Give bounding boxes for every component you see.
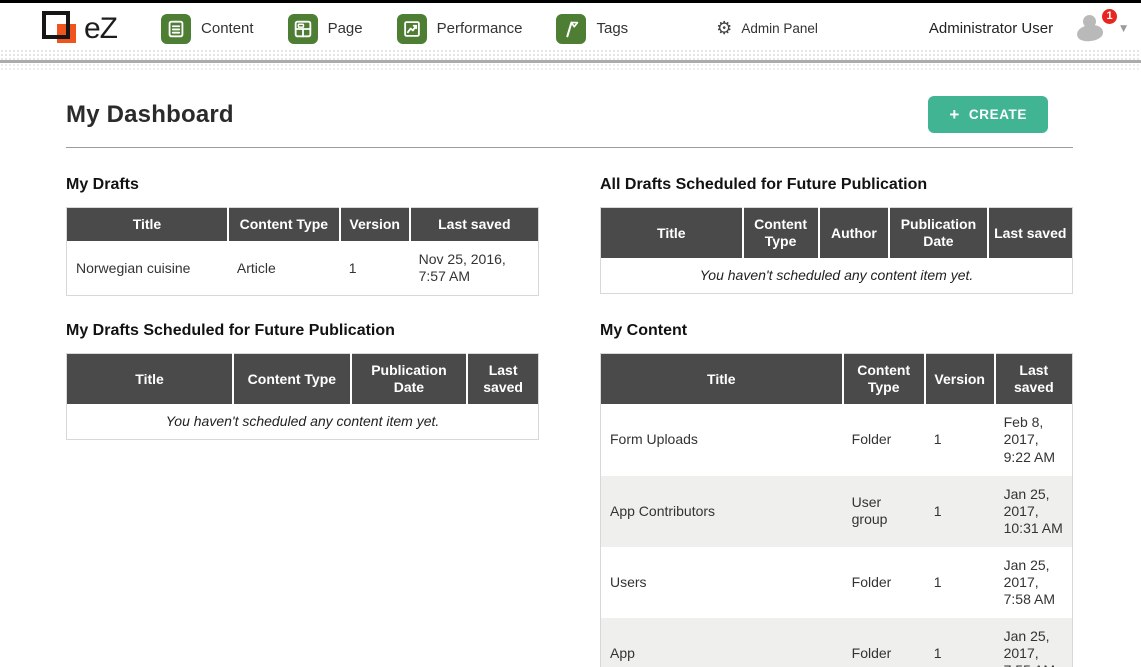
section-heading: All Drafts Scheduled for Future Publicat… bbox=[600, 176, 1073, 194]
column-header: Version bbox=[340, 208, 410, 242]
column-header: Last saved bbox=[995, 354, 1073, 405]
section-all-drafts-scheduled: All Drafts Scheduled for Future Publicat… bbox=[600, 176, 1073, 294]
table-cell: User group bbox=[843, 476, 925, 547]
nav-label: Performance bbox=[437, 20, 523, 37]
table-cell: Article bbox=[228, 241, 340, 296]
title-divider bbox=[66, 147, 1073, 148]
user-name: Administrator User bbox=[929, 20, 1053, 37]
table-cell: Feb 8, 2017, 9:22 AM bbox=[995, 404, 1073, 475]
ez-logo[interactable]: eZ bbox=[40, 9, 117, 49]
section-my-drafts-scheduled: My Drafts Scheduled for Future Publicati… bbox=[66, 322, 539, 440]
nav-label: Page bbox=[328, 20, 363, 37]
column-header: Title bbox=[67, 208, 228, 242]
empty-message: You haven't scheduled any content item y… bbox=[601, 258, 1073, 294]
column-header: Last saved bbox=[988, 208, 1073, 259]
column-header: Title bbox=[601, 208, 743, 259]
table-cell: 1 bbox=[925, 404, 995, 475]
all-drafts-scheduled-table: TitleContent TypeAuthorPublication DateL… bbox=[600, 207, 1073, 294]
ez-logo-mark-icon bbox=[40, 9, 82, 49]
admin-panel-label: Admin Panel bbox=[741, 21, 818, 36]
my-drafts-scheduled-table: TitleContent TypePublication DateLast sa… bbox=[66, 353, 539, 440]
create-button-label: CREATE bbox=[969, 107, 1027, 122]
empty-row: You haven't scheduled any content item y… bbox=[601, 258, 1073, 294]
user-menu[interactable]: Administrator User 1 ▼ bbox=[929, 15, 1127, 43]
section-my-drafts: My Drafts TitleContent TypeVersionLast s… bbox=[66, 176, 539, 296]
avatar-icon: 1 bbox=[1075, 15, 1111, 43]
table-row[interactable]: UsersFolder1Jan 25, 2017, 7:58 AM bbox=[601, 547, 1073, 618]
column-header: Publication Date bbox=[889, 208, 987, 259]
section-heading: My Drafts Scheduled for Future Publicati… bbox=[66, 322, 539, 340]
tags-icon bbox=[556, 14, 586, 44]
table-cell: Users bbox=[601, 547, 843, 618]
table-cell: Jan 25, 2017, 7:58 AM bbox=[995, 547, 1073, 618]
admin-panel-button[interactable]: ⚙ Admin Panel bbox=[716, 20, 818, 38]
column-header: Title bbox=[67, 354, 234, 405]
nav-item-content[interactable]: Content bbox=[161, 14, 254, 44]
page-header: My Dashboard + CREATE bbox=[66, 96, 1073, 133]
column-header: Content Type bbox=[228, 208, 340, 242]
nav-item-tags[interactable]: Tags bbox=[556, 14, 628, 44]
table-cell: Folder bbox=[843, 618, 925, 667]
nav-item-performance[interactable]: Performance bbox=[397, 14, 523, 44]
my-drafts-table: TitleContent TypeVersionLast savedNorweg… bbox=[66, 207, 539, 296]
gear-icon: ⚙ bbox=[716, 20, 732, 38]
table-cell: Norwegian cuisine bbox=[67, 241, 228, 296]
topbar-shadow bbox=[0, 63, 1141, 72]
plus-icon: + bbox=[949, 106, 960, 123]
table-row[interactable]: App ContributorsUser group1Jan 25, 2017,… bbox=[601, 476, 1073, 547]
table-cell: Form Uploads bbox=[601, 404, 843, 475]
column-header: Content Type bbox=[743, 208, 819, 259]
page-icon bbox=[288, 14, 318, 44]
table-cell: App Contributors bbox=[601, 476, 843, 547]
table-cell: 1 bbox=[925, 476, 995, 547]
ez-logo-text: eZ bbox=[84, 12, 117, 46]
nav-label: Tags bbox=[596, 20, 628, 37]
table-cell: 1 bbox=[340, 241, 410, 296]
content-icon bbox=[161, 14, 191, 44]
create-button[interactable]: + CREATE bbox=[928, 96, 1048, 133]
main-nav: Content Page Performance bbox=[161, 14, 628, 44]
nav-label: Content bbox=[201, 20, 254, 37]
table-row[interactable]: AppFolder1Jan 25, 2017, 7:55 AM bbox=[601, 618, 1073, 667]
column-header: Author bbox=[819, 208, 890, 259]
my-content-table: TitleContent TypeVersionLast savedForm U… bbox=[600, 353, 1073, 667]
nav-item-page[interactable]: Page bbox=[288, 14, 363, 44]
section-heading: My Content bbox=[600, 322, 1073, 340]
table-cell: Jan 25, 2017, 10:31 AM bbox=[995, 476, 1073, 547]
top-navigation-bar: eZ Content Pag bbox=[0, 3, 1141, 60]
column-header: Last saved bbox=[467, 354, 538, 405]
dashboard-grid: My Drafts TitleContent TypeVersionLast s… bbox=[66, 176, 1073, 667]
table-cell: Folder bbox=[843, 547, 925, 618]
table-cell: Jan 25, 2017, 7:55 AM bbox=[995, 618, 1073, 667]
table-cell: Folder bbox=[843, 404, 925, 475]
empty-row: You haven't scheduled any content item y… bbox=[67, 404, 539, 440]
table-cell: Nov 25, 2016, 7:57 AM bbox=[410, 241, 539, 296]
performance-icon bbox=[397, 14, 427, 44]
table-cell: 1 bbox=[925, 618, 995, 667]
section-heading: My Drafts bbox=[66, 176, 539, 194]
column-header: Title bbox=[601, 354, 843, 405]
empty-message: You haven't scheduled any content item y… bbox=[67, 404, 539, 440]
table-cell: App bbox=[601, 618, 843, 667]
column-header: Content Type bbox=[233, 354, 351, 405]
table-row[interactable]: Norwegian cuisineArticle1Nov 25, 2016, 7… bbox=[67, 241, 539, 296]
column-header: Publication Date bbox=[351, 354, 468, 405]
section-my-content: My Content TitleContent TypeVersionLast … bbox=[600, 322, 1073, 667]
table-row[interactable]: Form UploadsFolder1Feb 8, 2017, 9:22 AM bbox=[601, 404, 1073, 475]
caret-down-icon: ▼ bbox=[1120, 24, 1127, 34]
column-header: Version bbox=[925, 354, 995, 405]
table-cell: 1 bbox=[925, 547, 995, 618]
page-title: My Dashboard bbox=[66, 101, 234, 129]
column-header: Content Type bbox=[843, 354, 925, 405]
dashboard-page: My Dashboard + CREATE My Drafts TitleCon… bbox=[0, 72, 1141, 667]
column-header: Last saved bbox=[410, 208, 539, 242]
notification-badge[interactable]: 1 bbox=[1100, 7, 1119, 26]
